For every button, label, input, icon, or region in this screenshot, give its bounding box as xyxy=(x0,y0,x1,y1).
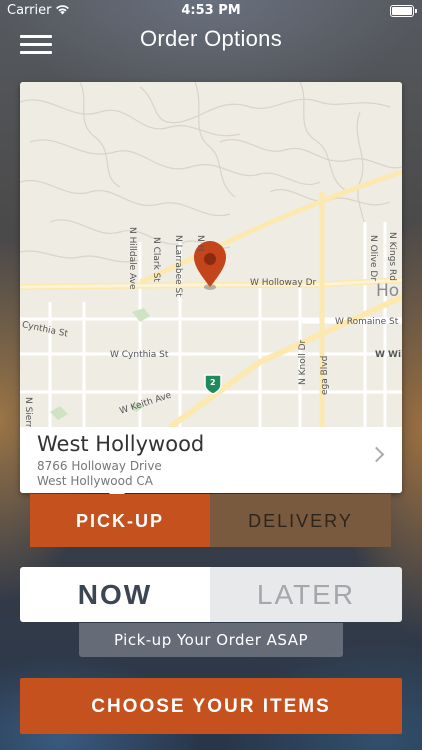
map-label-romaine: W Romaine St xyxy=(335,317,399,327)
tab-pickup[interactable]: PICK-UP xyxy=(30,494,210,547)
map-label-olive: N Olive Dr xyxy=(368,235,378,282)
map-label-cynthia-w: W Cynthia St xyxy=(110,350,169,360)
map-label-town: Ho xyxy=(376,281,400,301)
map-streets xyxy=(20,82,402,427)
map-label-hilldale: N Hilldale Ave xyxy=(127,227,137,290)
status-bar: Carrier 4:53 PM xyxy=(0,0,422,22)
timing-now-button[interactable]: NOW xyxy=(20,567,210,622)
location-address-line1: 8766 Holloway Drive xyxy=(37,459,162,473)
location-selector[interactable]: West Hollywood 8766 Holloway Drive West … xyxy=(20,427,402,493)
map-view[interactable]: W Holloway Dr W Romaine St W Cynthia St … xyxy=(20,82,402,427)
map-label-willoughby: W Wil xyxy=(375,350,402,360)
map-label-sierra: N Sierra xyxy=(23,397,33,427)
status-time: 4:53 PM xyxy=(181,3,241,18)
map-label-clark: N Clark St xyxy=(151,237,161,282)
chevron-right-icon xyxy=(368,446,385,463)
map-label-ega: ega Blvd xyxy=(320,355,330,395)
tab-delivery[interactable]: DELIVERY xyxy=(210,494,391,547)
map-label-n-h: N H xyxy=(195,235,205,252)
location-card: W Holloway Dr W Romaine St W Cynthia St … xyxy=(20,82,402,493)
timing-later-button[interactable]: LATER xyxy=(210,567,402,622)
timing-note: Pick-up Your Order ASAP xyxy=(79,623,343,657)
choose-items-button[interactable]: CHOOSE YOUR ITEMS xyxy=(20,678,402,734)
route-shield-number: 2 xyxy=(210,378,216,387)
location-address-line2: West Hollywood CA xyxy=(37,474,153,488)
page-title: Order Options xyxy=(139,26,283,51)
map-label-larrabee: N Larrabee St xyxy=(173,235,183,297)
map-label-knoll: N Knoll Dr xyxy=(298,339,308,385)
map-label-kings: N Kings Rd xyxy=(387,232,397,281)
map-label-holloway: W Holloway Dr xyxy=(250,278,317,288)
location-name: West Hollywood xyxy=(37,432,205,456)
battery-icon xyxy=(390,5,417,17)
